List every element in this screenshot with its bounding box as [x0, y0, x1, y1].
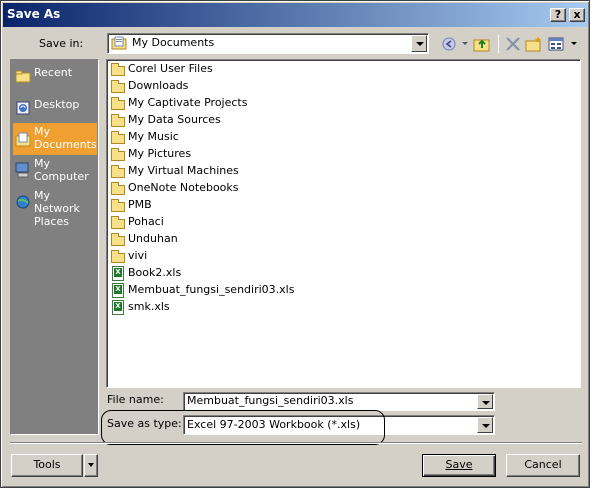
- folder-icon: [110, 198, 126, 212]
- save-in-value: My Documents: [132, 36, 215, 49]
- file-name: Downloads: [128, 79, 189, 92]
- window-title: Save As: [7, 7, 61, 21]
- views-icon[interactable]: [548, 36, 566, 52]
- save-label: Save: [445, 458, 473, 471]
- help-button[interactable]: ?: [550, 8, 566, 22]
- chevron-down-icon[interactable]: [477, 394, 493, 409]
- file-name: Unduhan: [128, 232, 178, 245]
- file-name: Book2.xls: [128, 266, 182, 279]
- place-recent[interactable]: Recent: [13, 66, 97, 96]
- folder-icon: [110, 215, 126, 229]
- chevron-down-icon: [88, 463, 94, 467]
- folder-icon: [110, 249, 126, 263]
- folder-icon: [110, 181, 126, 195]
- folder-icon: [110, 96, 126, 110]
- desktop-icon: [15, 100, 31, 116]
- folder-icon: [110, 232, 126, 246]
- title-bar[interactable]: Save As ? x: [3, 3, 588, 27]
- folder-icon: [110, 62, 126, 76]
- file-name: Pohaci: [128, 215, 164, 228]
- my-documents-icon: [111, 36, 127, 50]
- tools-dropdown-button[interactable]: [84, 454, 98, 477]
- folder-icon: [110, 164, 126, 178]
- chevron-down-icon[interactable]: [477, 417, 493, 433]
- toolbar-separator: [498, 35, 499, 53]
- file-name: Corel User Files: [128, 62, 213, 75]
- back-dropdown-icon[interactable]: [462, 42, 468, 45]
- delete-icon[interactable]: [504, 36, 522, 52]
- save-button[interactable]: Save: [422, 454, 496, 477]
- file-name: My Data Sources: [128, 113, 221, 126]
- excel-file-icon: [110, 300, 126, 315]
- tools-label: Tools: [33, 458, 61, 471]
- up-folder-icon[interactable]: [473, 36, 491, 52]
- place-label: Recent: [34, 66, 73, 79]
- my-documents-icon: [15, 131, 31, 147]
- file-name: PMB: [128, 198, 152, 211]
- cancel-label: Cancel: [524, 458, 562, 471]
- place-label: My Documents: [34, 125, 97, 151]
- place-my-network-places[interactable]: My Network Places: [13, 189, 97, 228]
- file-name: vivi: [128, 249, 148, 262]
- place-label: My Computer: [34, 157, 89, 183]
- folder-icon: [110, 113, 126, 127]
- file-name-value[interactable]: Membuat_fungsi_sendiri03.xls: [187, 394, 353, 407]
- place-label: Desktop: [34, 98, 80, 111]
- excel-file-icon: [110, 283, 126, 298]
- places-bar: Recent Desktop My Documents My Computer …: [10, 59, 99, 435]
- folder-icon: [110, 79, 126, 93]
- file-name-label: File name:: [107, 393, 164, 406]
- place-my-documents[interactable]: My Documents: [13, 123, 97, 155]
- recent-icon: [15, 68, 31, 84]
- file-name: smk.xls: [128, 300, 170, 313]
- save-in-dropdown[interactable]: My Documents: [107, 33, 429, 54]
- file-name: OneNote Notebooks: [128, 181, 239, 194]
- folder-icon: [110, 147, 126, 161]
- file-name: My Virtual Machines: [128, 164, 239, 177]
- save-as-dialog: Save As ? x Save in: My Documents Recent: [0, 0, 590, 488]
- excel-file-icon: [110, 266, 126, 281]
- file-name-field[interactable]: Membuat_fungsi_sendiri03.xls: [183, 392, 495, 411]
- tools-button[interactable]: Tools: [11, 454, 83, 477]
- computer-icon: [15, 162, 31, 178]
- file-name: My Captivate Projects: [128, 96, 248, 109]
- folder-icon: [110, 130, 126, 144]
- file-list[interactable]: Corel User Files Downloads My Captivate Pr…: [106, 59, 581, 388]
- file-name: My Music: [128, 130, 179, 143]
- place-label: My Network Places: [34, 189, 80, 228]
- save-in-label: Save in:: [39, 37, 84, 50]
- views-dropdown-icon[interactable]: [571, 42, 577, 45]
- network-icon: [15, 194, 31, 210]
- highlight-oval: [101, 410, 385, 445]
- cancel-button[interactable]: Cancel: [506, 454, 580, 477]
- file-name: My Pictures: [128, 147, 192, 160]
- chevron-down-icon[interactable]: [411, 35, 427, 52]
- new-folder-icon[interactable]: [525, 36, 543, 52]
- file-name: Membuat_fungsi_sendiri03.xls: [128, 283, 295, 296]
- separator: [10, 442, 582, 444]
- back-icon[interactable]: [441, 36, 459, 52]
- place-my-computer[interactable]: My Computer: [13, 157, 97, 187]
- close-button[interactable]: x: [569, 8, 585, 22]
